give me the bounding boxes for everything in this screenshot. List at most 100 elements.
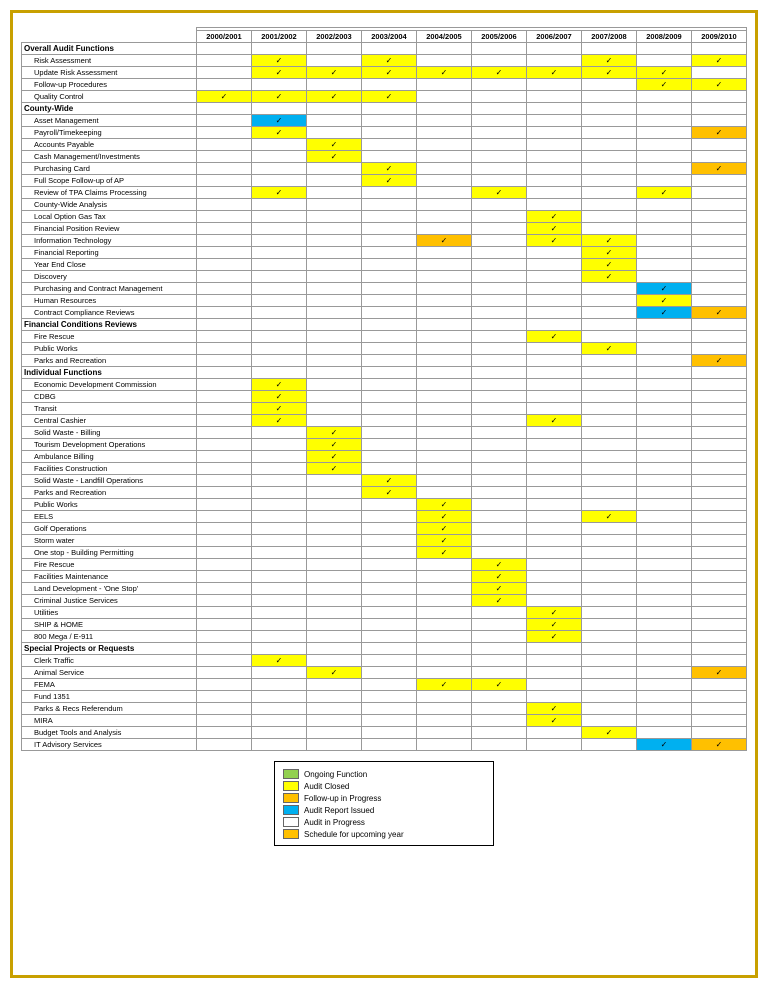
audit-cell xyxy=(637,127,692,139)
audit-cell: ✓ xyxy=(692,127,747,139)
table-row: Follow-up Procedures✓✓ xyxy=(22,79,747,91)
audit-cell xyxy=(362,439,417,451)
audit-cell xyxy=(417,331,472,343)
row-label: Parks & Recs Referendum xyxy=(22,703,197,715)
audit-cell xyxy=(307,487,362,499)
audit-cell xyxy=(472,307,527,319)
audit-cell: ✓ xyxy=(472,571,527,583)
audit-cell xyxy=(307,235,362,247)
audit-cell xyxy=(252,343,307,355)
row-label: Utilities xyxy=(22,607,197,619)
table-row: Financial Reporting✓ xyxy=(22,247,747,259)
audit-cell xyxy=(417,463,472,475)
audit-cell xyxy=(362,115,417,127)
audit-cell xyxy=(472,271,527,283)
section-header: Special Projects or Requests xyxy=(22,643,197,655)
audit-cell xyxy=(637,619,692,631)
table-row: Financial Position Review✓ xyxy=(22,223,747,235)
audit-cell xyxy=(637,403,692,415)
audit-cell xyxy=(527,523,582,535)
audit-cell xyxy=(307,211,362,223)
audit-cell: ✓ xyxy=(417,523,472,535)
audit-cell xyxy=(307,715,362,727)
audit-cell xyxy=(472,715,527,727)
table-row: CDBG✓ xyxy=(22,391,747,403)
audit-cell xyxy=(417,295,472,307)
table-row: Public Works✓ xyxy=(22,499,747,511)
audit-cell xyxy=(692,91,747,103)
row-label: Ambulance Billing xyxy=(22,451,197,463)
row-label: EELS xyxy=(22,511,197,523)
audit-cell xyxy=(472,223,527,235)
audit-cell xyxy=(417,127,472,139)
table-row: Ambulance Billing✓ xyxy=(22,451,747,463)
audit-cell xyxy=(692,703,747,715)
audit-cell: ✓ xyxy=(417,535,472,547)
legend-color-swatch xyxy=(283,805,299,815)
audit-cell xyxy=(362,703,417,715)
audit-cell xyxy=(307,115,362,127)
audit-cell: ✓ xyxy=(362,67,417,79)
audit-cell xyxy=(637,727,692,739)
audit-cell xyxy=(637,595,692,607)
table-row: Public Works✓ xyxy=(22,343,747,355)
section-header-cell xyxy=(582,43,637,55)
section-header-cell xyxy=(527,319,582,331)
section-header-cell xyxy=(527,103,582,115)
row-label: Storm water xyxy=(22,535,197,547)
section-header-cell xyxy=(307,43,362,55)
audit-cell xyxy=(307,223,362,235)
audit-cell xyxy=(252,475,307,487)
audit-cell xyxy=(582,283,637,295)
audit-cell xyxy=(692,403,747,415)
row-label: Public Works xyxy=(22,499,197,511)
audit-cell xyxy=(472,415,527,427)
audit-cell xyxy=(417,259,472,271)
audit-cell xyxy=(692,391,747,403)
section-header-cell xyxy=(527,367,582,379)
section-header: Individual Functions xyxy=(22,367,197,379)
audit-cell xyxy=(252,211,307,223)
audit-cell: ✓ xyxy=(472,187,527,199)
audit-cell xyxy=(472,619,527,631)
audit-cell xyxy=(417,199,472,211)
audit-cell xyxy=(582,679,637,691)
audit-cell xyxy=(637,175,692,187)
audit-cell xyxy=(417,439,472,451)
audit-cell xyxy=(307,343,362,355)
audit-cell xyxy=(417,571,472,583)
audit-cell xyxy=(582,715,637,727)
audit-cell xyxy=(417,247,472,259)
audit-cell xyxy=(417,307,472,319)
section-header-cell xyxy=(472,367,527,379)
audit-cell xyxy=(527,55,582,67)
audit-cell xyxy=(472,343,527,355)
audit-cell xyxy=(582,547,637,559)
legend-item: Audit Report Issued xyxy=(283,805,485,815)
audit-cell xyxy=(527,679,582,691)
audit-cell: ✓ xyxy=(252,379,307,391)
audit-cell xyxy=(362,619,417,631)
audit-cell xyxy=(472,655,527,667)
audit-cell xyxy=(527,559,582,571)
audit-cell: ✓ xyxy=(472,679,527,691)
audit-cell xyxy=(197,379,252,391)
audit-cell xyxy=(307,271,362,283)
audit-cell xyxy=(417,79,472,91)
table-row: Budget Tools and Analysis✓ xyxy=(22,727,747,739)
audit-cell xyxy=(692,727,747,739)
section-header-cell xyxy=(692,643,747,655)
audit-cell xyxy=(362,739,417,751)
audit-cell xyxy=(472,727,527,739)
audit-cell xyxy=(472,703,527,715)
audit-cell xyxy=(527,271,582,283)
row-label: Quality Control xyxy=(22,91,197,103)
table-row: Payroll/Timekeeping✓✓ xyxy=(22,127,747,139)
audit-cell xyxy=(637,679,692,691)
table-row: Purchasing and Contract Management✓ xyxy=(22,283,747,295)
audit-cell xyxy=(197,187,252,199)
audit-cell xyxy=(637,247,692,259)
audit-cell xyxy=(417,343,472,355)
audit-cell xyxy=(362,427,417,439)
year-col-8: 2008/2009 xyxy=(637,31,692,43)
